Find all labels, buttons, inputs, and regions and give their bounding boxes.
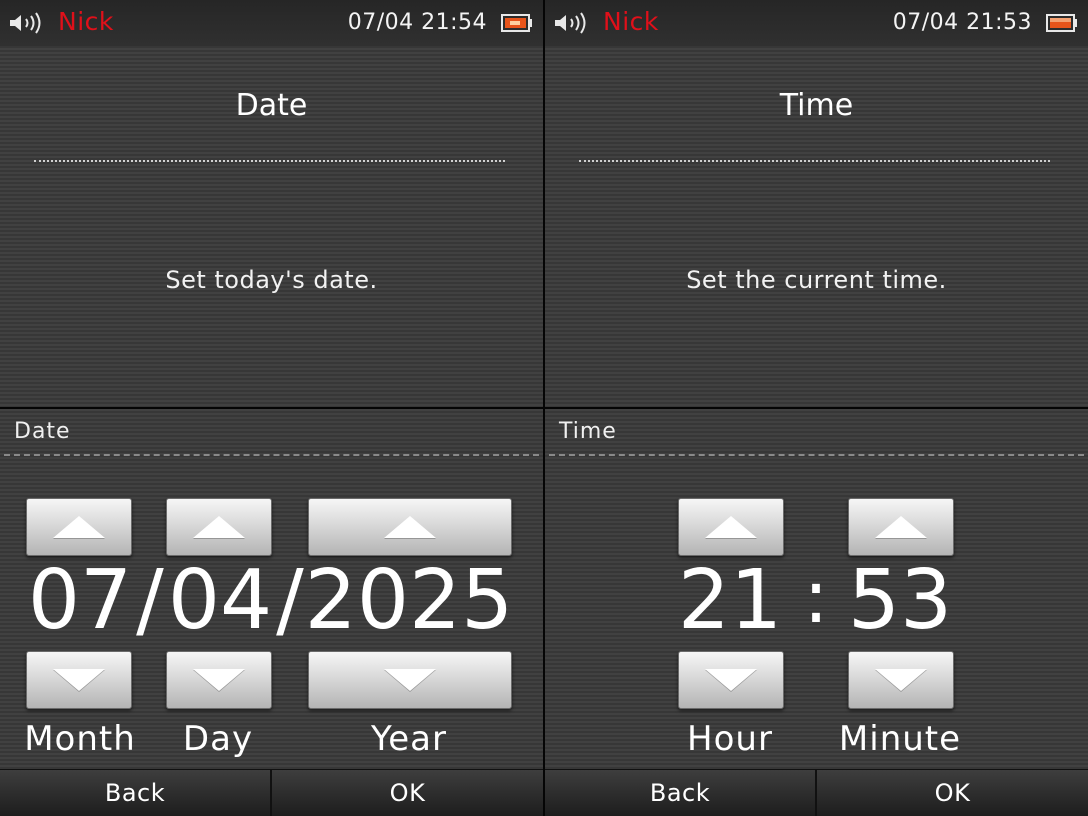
month-down-button[interactable] bbox=[26, 651, 132, 709]
footer-bar: Back OK bbox=[0, 769, 543, 816]
section-label: Time bbox=[559, 419, 617, 444]
section-divider bbox=[4, 454, 539, 456]
instruction-text: Set the current time. bbox=[686, 266, 947, 294]
section-label: Date bbox=[14, 419, 71, 444]
day-label: Day bbox=[182, 719, 254, 759]
down-arrow-icon bbox=[53, 669, 105, 691]
minute-value: 53 bbox=[847, 553, 953, 648]
year-value: 2025 bbox=[304, 553, 514, 648]
back-button[interactable]: Back bbox=[0, 770, 270, 816]
day-down-button[interactable] bbox=[166, 651, 272, 709]
day-up-button[interactable] bbox=[166, 498, 272, 556]
status-clock: 07/04 21:53 bbox=[892, 10, 1032, 35]
ok-button[interactable]: OK bbox=[817, 770, 1088, 816]
month-value: 07 bbox=[27, 553, 133, 648]
hour-down-button[interactable] bbox=[678, 651, 784, 709]
user-name: Nick bbox=[58, 7, 114, 36]
date-input-panel: Date 07 / 04 / 2025 Month Day Year Back … bbox=[0, 409, 543, 816]
screen-title: Date bbox=[235, 88, 308, 123]
back-button[interactable]: Back bbox=[545, 770, 815, 816]
status-bar: Nick 07/04 21:53 bbox=[545, 0, 1088, 46]
title-divider bbox=[34, 160, 505, 162]
day-value: 04 bbox=[167, 553, 273, 648]
hour-up-button[interactable] bbox=[678, 498, 784, 556]
time-separator: : bbox=[803, 554, 829, 640]
minute-up-button[interactable] bbox=[848, 498, 954, 556]
user-name: Nick bbox=[603, 7, 659, 36]
hour-label: Hour bbox=[687, 719, 773, 759]
time-settings-pane: Nick 07/04 21:53 Time Set the current ti… bbox=[545, 0, 1088, 816]
down-arrow-icon bbox=[875, 669, 927, 691]
up-arrow-icon bbox=[384, 516, 436, 538]
minute-down-button[interactable] bbox=[848, 651, 954, 709]
hour-value: 21 bbox=[677, 553, 783, 648]
up-arrow-icon bbox=[53, 516, 105, 538]
date-settings-pane: Nick 07/04 21:54 Date Set today's date. … bbox=[0, 0, 543, 816]
month-label: Month bbox=[24, 719, 136, 759]
month-up-button[interactable] bbox=[26, 498, 132, 556]
down-arrow-icon bbox=[705, 669, 757, 691]
section-divider bbox=[549, 454, 1084, 456]
ok-button[interactable]: OK bbox=[272, 770, 543, 816]
down-arrow-icon bbox=[193, 669, 245, 691]
year-label: Year bbox=[371, 719, 447, 759]
screen-title: Time bbox=[779, 88, 854, 123]
battery-icon bbox=[1046, 14, 1077, 32]
time-info-panel: Nick 07/04 21:53 Time Set the current ti… bbox=[545, 0, 1088, 407]
year-down-button[interactable] bbox=[308, 651, 512, 709]
status-clock: 07/04 21:54 bbox=[347, 10, 487, 35]
speaker-volume-icon bbox=[10, 12, 41, 34]
year-up-button[interactable] bbox=[308, 498, 512, 556]
up-arrow-icon bbox=[705, 516, 757, 538]
title-divider bbox=[579, 160, 1050, 162]
down-arrow-icon bbox=[384, 669, 436, 691]
minute-label: Minute bbox=[838, 719, 962, 759]
instruction-text: Set today's date. bbox=[165, 266, 378, 294]
speaker-volume-icon bbox=[555, 12, 586, 34]
up-arrow-icon bbox=[875, 516, 927, 538]
date-info-panel: Nick 07/04 21:54 Date Set today's date. bbox=[0, 0, 543, 407]
up-arrow-icon bbox=[193, 516, 245, 538]
battery-icon bbox=[501, 14, 532, 32]
footer-bar: Back OK bbox=[545, 769, 1088, 816]
status-bar: Nick 07/04 21:54 bbox=[0, 0, 543, 46]
time-input-panel: Time 21 : 53 Hour Minute Back OK bbox=[545, 409, 1088, 816]
